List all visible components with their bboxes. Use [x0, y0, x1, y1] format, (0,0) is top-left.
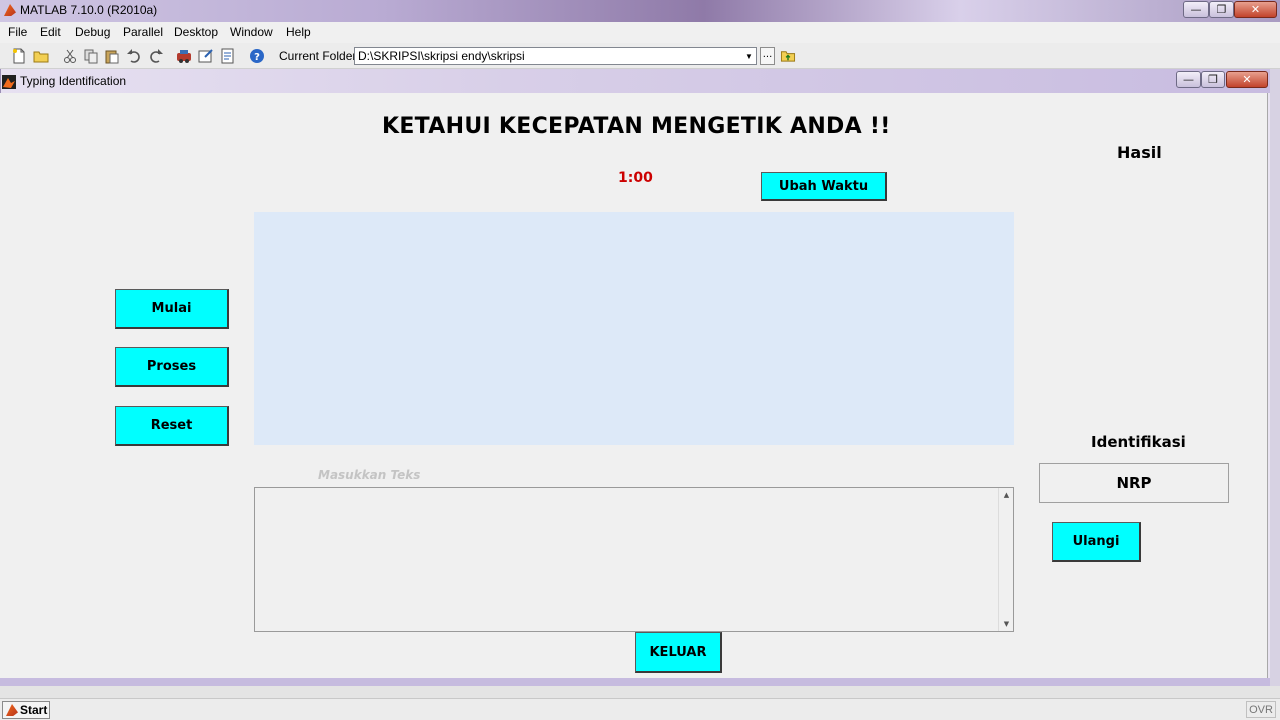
start-button-taskbar[interactable]: Start: [2, 701, 50, 719]
identification-label: Identifikasi: [1091, 433, 1186, 451]
current-folder-label: Current Folder:: [279, 49, 360, 63]
svg-text:?: ?: [254, 52, 260, 63]
matlab-start-icon: [6, 704, 18, 716]
change-time-button[interactable]: Ubah Waktu: [761, 172, 887, 201]
input-scrollbar[interactable]: ▲ ▼: [998, 488, 1013, 631]
help-icon[interactable]: ?: [249, 48, 265, 64]
figure-title-bar: — ❐ ✕: [0, 69, 1270, 93]
guide-icon[interactable]: [198, 48, 214, 64]
figure-matlab-icon: [2, 75, 16, 89]
current-folder-combobox[interactable]: D:\SKRIPSI\skripsi endy\skripsi ▼: [354, 47, 757, 65]
menu-help[interactable]: Help: [286, 25, 311, 39]
typing-input-field[interactable]: [254, 487, 1014, 632]
close-icon[interactable]: ✕: [1234, 1, 1277, 18]
up-folder-icon[interactable]: [780, 48, 796, 63]
result-label: Hasil: [1117, 143, 1162, 162]
paste-icon[interactable]: [104, 48, 120, 64]
input-text-label: Masukkan Teks: [318, 468, 421, 482]
start-button[interactable]: Mulai: [115, 289, 229, 329]
menu-desktop[interactable]: Desktop: [174, 25, 218, 39]
figure-bottom-border: [0, 678, 1270, 686]
figure-restore-icon[interactable]: ❐: [1201, 71, 1225, 88]
cut-icon[interactable]: [62, 48, 78, 64]
figure-window-title: Typing Identification: [20, 74, 127, 88]
minimize-icon[interactable]: —: [1183, 1, 1209, 18]
menu-bar: File Edit Debug Parallel Desktop Window …: [0, 22, 1280, 43]
overwrite-indicator: OVR: [1246, 701, 1276, 718]
process-button[interactable]: Proses: [115, 347, 229, 387]
menu-parallel[interactable]: Parallel: [123, 25, 163, 39]
figure-close-icon[interactable]: ✕: [1226, 71, 1268, 88]
browse-folder-button[interactable]: ...: [760, 47, 775, 65]
current-folder-value: D:\SKRIPSI\skripsi endy\skripsi: [358, 49, 525, 63]
scroll-down-icon[interactable]: ▼: [999, 618, 1014, 630]
restore-icon[interactable]: ❐: [1209, 1, 1234, 18]
nrp-result-box: NRP: [1039, 463, 1229, 503]
background-window-strip: [0, 686, 1280, 698]
menu-file[interactable]: File: [8, 25, 27, 39]
matlab-window-title: MATLAB 7.10.0 (R2010a): [20, 3, 158, 17]
start-label: Start: [20, 703, 48, 717]
new-file-icon[interactable]: [11, 48, 27, 64]
profiler-icon[interactable]: [220, 48, 236, 64]
timer-display: 1:00: [618, 170, 653, 186]
menu-edit[interactable]: Edit: [40, 25, 61, 39]
background-window-strip: [1270, 69, 1280, 689]
copy-icon[interactable]: [83, 48, 99, 64]
status-bar: [0, 698, 1280, 720]
reset-button[interactable]: Reset: [115, 406, 229, 446]
simulink-icon[interactable]: [176, 48, 192, 64]
retry-button[interactable]: Ulangi: [1052, 522, 1141, 562]
matlab-title-bar: MATLAB 7.10.0 (R2010a) — ❐ ✕: [0, 0, 1280, 22]
figure-minimize-icon[interactable]: —: [1176, 71, 1201, 88]
matlab-logo-icon: [4, 4, 16, 16]
scroll-up-icon[interactable]: ▲: [999, 489, 1014, 501]
menu-window[interactable]: Window: [230, 25, 273, 39]
open-folder-icon[interactable]: [33, 48, 49, 64]
target-text-display: [254, 212, 1014, 445]
undo-icon[interactable]: [126, 48, 142, 64]
page-title: KETAHUI KECEPATAN MENGETIK ANDA !!: [382, 114, 891, 139]
chevron-down-icon[interactable]: ▼: [742, 48, 756, 64]
exit-button[interactable]: KELUAR: [635, 632, 722, 673]
menu-debug[interactable]: Debug: [75, 25, 110, 39]
redo-icon[interactable]: [148, 48, 164, 64]
